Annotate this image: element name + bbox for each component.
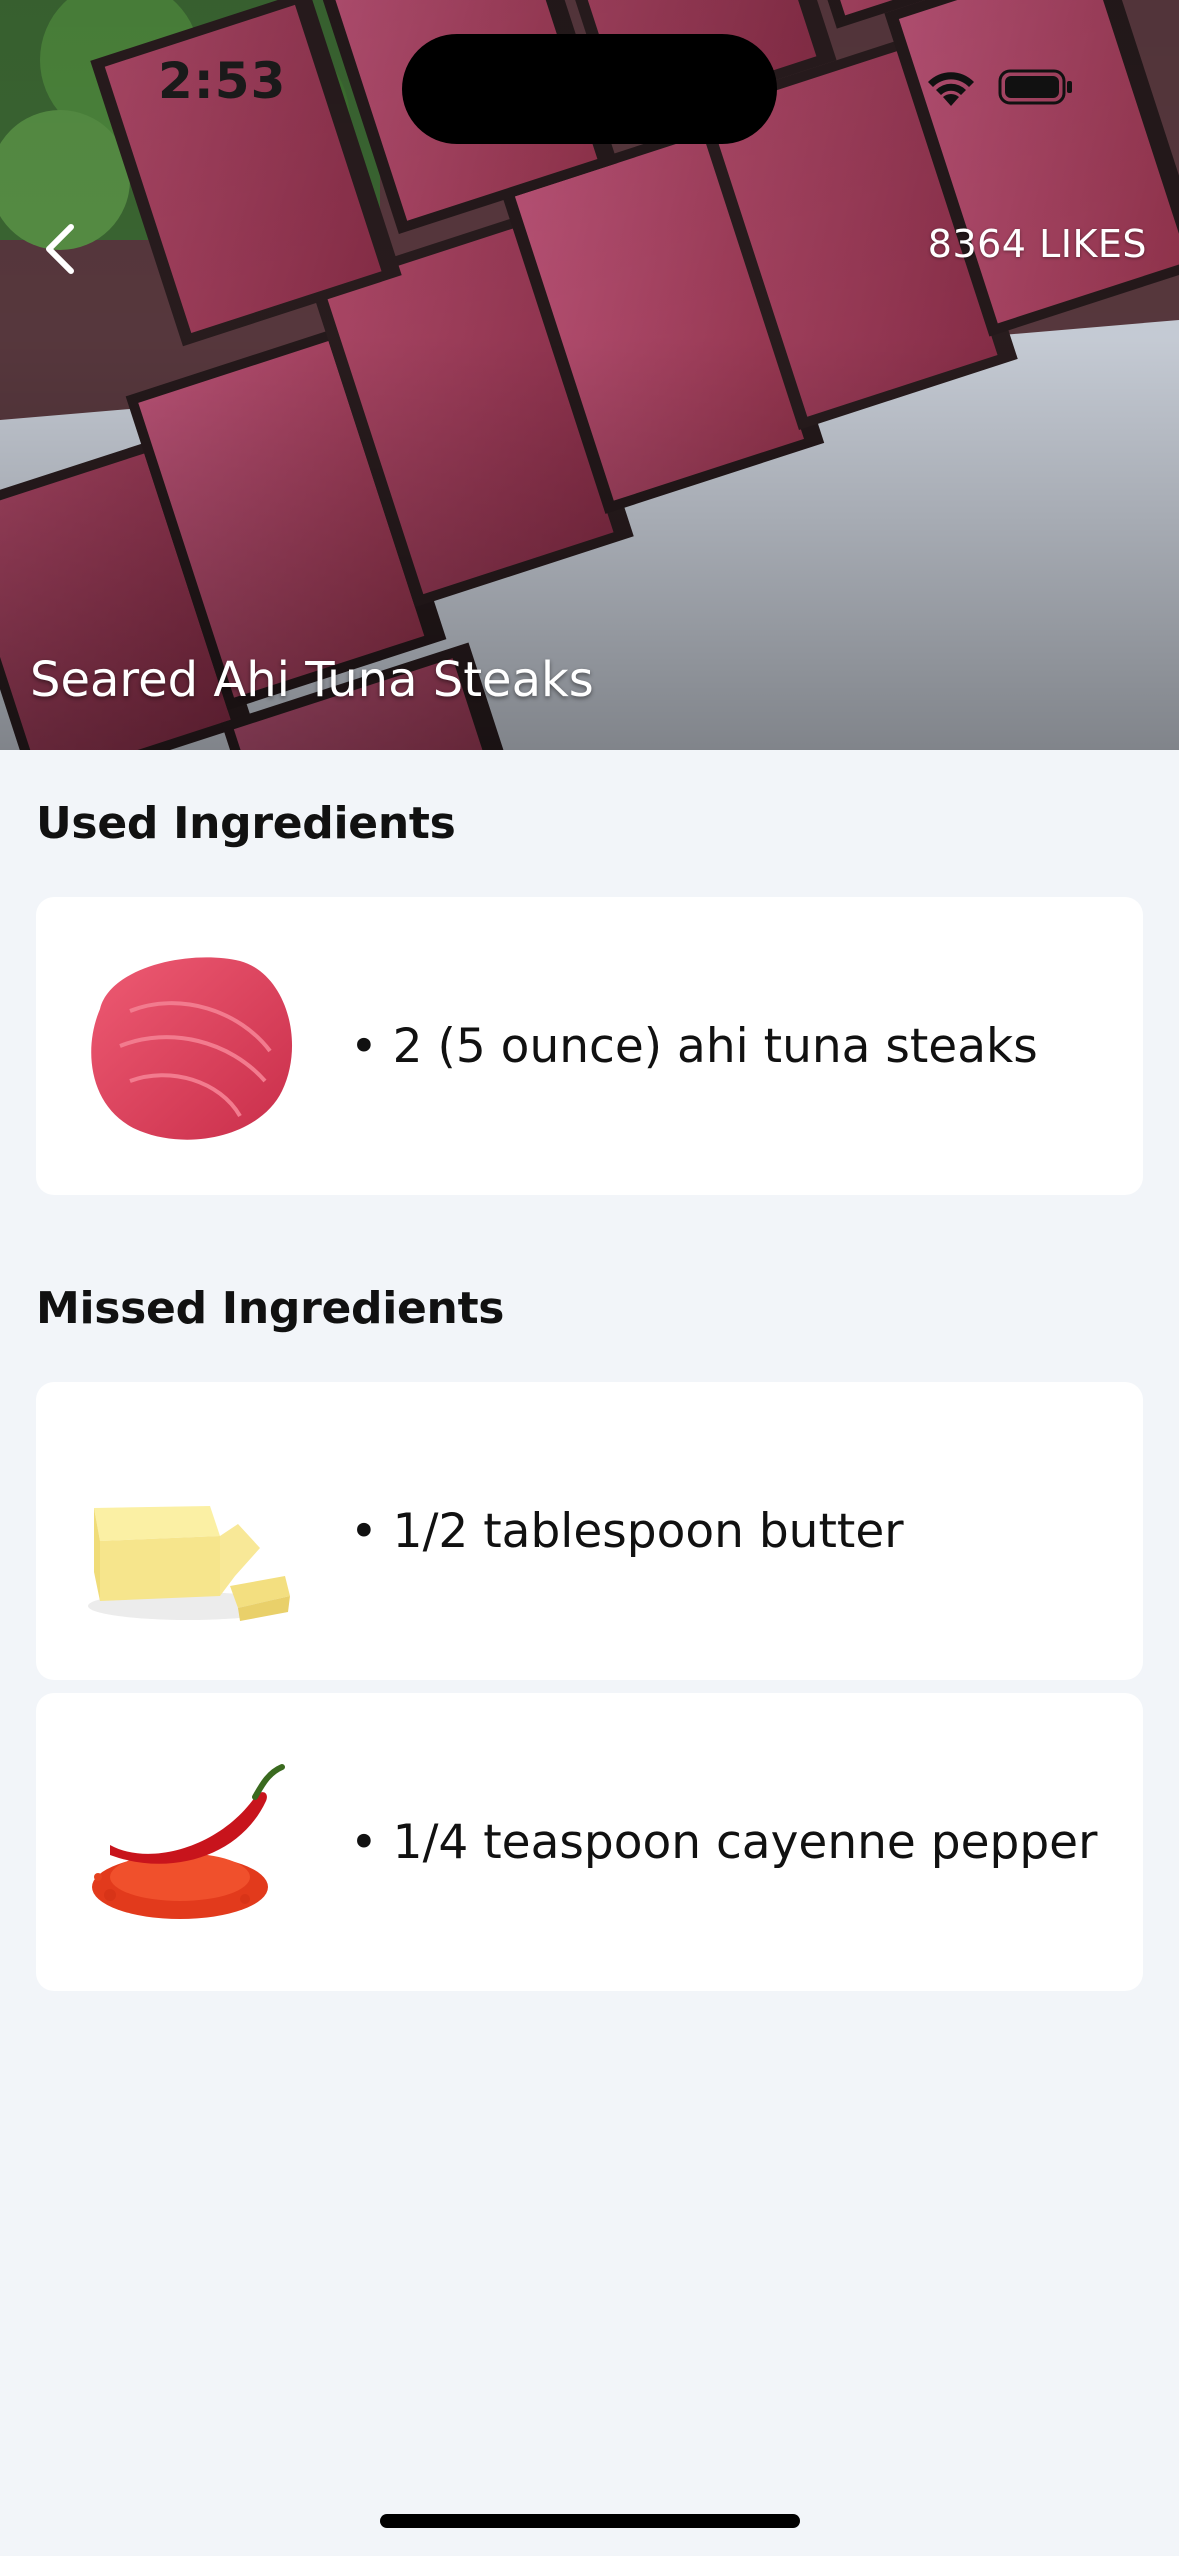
recipe-hero-image: 2:53 8364 LIKES Seared Ahi Tuna Steaks [0,0,1179,750]
status-time: 2:53 [158,52,287,110]
butter-image [88,1506,290,1621]
used-ingredients-heading: Used Ingredients [36,798,456,849]
ingredient-text: • 1/4 teaspoon cayenne pepper [350,1814,1098,1870]
ingredient-text: • 2 (5 ounce) ahi tuna steaks [350,1018,1038,1074]
missed-ingredients-heading: Missed Ingredients [36,1283,505,1334]
cayenne-pepper-image [92,1764,285,1919]
likes-count: 8364 LIKES [927,222,1147,266]
wifi-icon [928,72,974,106]
back-button[interactable] [28,212,92,286]
ingredient-text: • 1/2 tablespoon butter [350,1503,904,1559]
ingredient-card[interactable]: • 1/4 teaspoon cayenne pepper [36,1693,1143,1991]
dynamic-island [402,34,777,144]
recipe-title: Seared Ahi Tuna Steaks [30,652,594,708]
recipe-detail-screen: 2:53 8364 LIKES Seared Ahi Tuna Steaks U… [0,0,1179,2556]
chevron-left-icon [46,224,74,274]
home-indicator[interactable] [380,2514,800,2528]
ingredient-card[interactable]: • 2 (5 ounce) ahi tuna steaks [36,897,1143,1195]
battery-icon [998,69,1072,105]
tuna-steak-image [91,957,293,1140]
ingredient-card[interactable]: • 1/2 tablespoon butter [36,1382,1143,1680]
